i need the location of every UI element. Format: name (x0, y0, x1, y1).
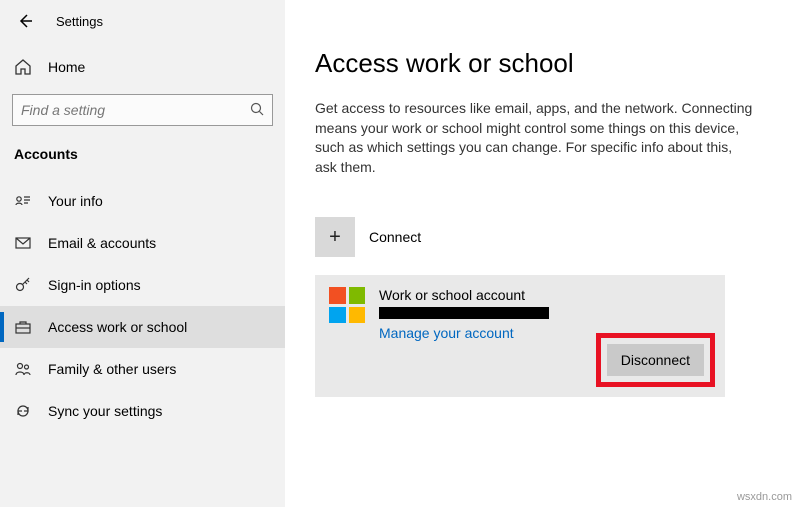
sidebar-item-label: Sign-in options (48, 277, 141, 293)
sidebar-item-label: Email & accounts (48, 235, 156, 251)
page-description: Get access to resources like email, apps… (315, 99, 755, 177)
manage-account-link[interactable]: Manage your account (379, 325, 549, 341)
account-card[interactable]: Work or school account Manage your accou… (315, 275, 725, 397)
main-content: Access work or school Get access to reso… (285, 0, 800, 507)
people-icon (14, 360, 32, 378)
sidebar-item-label: Family & other users (48, 361, 176, 377)
sidebar-item-family-users[interactable]: Family & other users (0, 348, 285, 390)
mail-icon (14, 234, 32, 252)
plus-icon: + (315, 217, 355, 257)
search-box[interactable] (12, 94, 273, 126)
connect-label: Connect (369, 229, 421, 245)
connect-button[interactable]: + Connect (315, 213, 760, 275)
home-label: Home (48, 59, 85, 75)
sidebar-item-your-info[interactable]: Your info (0, 180, 285, 222)
back-button[interactable] (16, 12, 34, 30)
sidebar: Settings Home Accounts Your info Email &… (0, 0, 285, 507)
nav-list: Your info Email & accounts Sign-in optio… (0, 174, 285, 432)
sidebar-item-label: Access work or school (48, 319, 187, 335)
back-arrow-icon (17, 13, 33, 29)
disconnect-button[interactable]: Disconnect (607, 344, 704, 376)
section-label: Accounts (0, 140, 285, 174)
sidebar-item-label: Sync your settings (48, 403, 162, 419)
account-email-redacted (379, 307, 549, 319)
sidebar-item-access-work-school[interactable]: Access work or school (0, 306, 285, 348)
account-details: Work or school account Manage your accou… (379, 287, 549, 341)
person-card-icon (14, 192, 32, 210)
page-heading: Access work or school (315, 48, 760, 79)
sidebar-item-label: Your info (48, 193, 103, 209)
sync-icon (14, 402, 32, 420)
home-icon (14, 58, 32, 76)
watermark: wsxdn.com (737, 491, 792, 503)
sidebar-item-sync-settings[interactable]: Sync your settings (0, 390, 285, 432)
search-input[interactable] (21, 102, 250, 118)
app-title: Settings (56, 14, 103, 29)
sidebar-item-signin-options[interactable]: Sign-in options (0, 264, 285, 306)
search-icon (250, 102, 264, 119)
header-row: Settings (0, 12, 285, 48)
home-nav[interactable]: Home (0, 48, 285, 86)
briefcase-icon (14, 318, 32, 336)
key-icon (14, 276, 32, 294)
sidebar-item-email-accounts[interactable]: Email & accounts (0, 222, 285, 264)
microsoft-logo-icon (329, 287, 365, 323)
disconnect-highlight: Disconnect (596, 333, 715, 387)
account-title: Work or school account (379, 287, 549, 303)
